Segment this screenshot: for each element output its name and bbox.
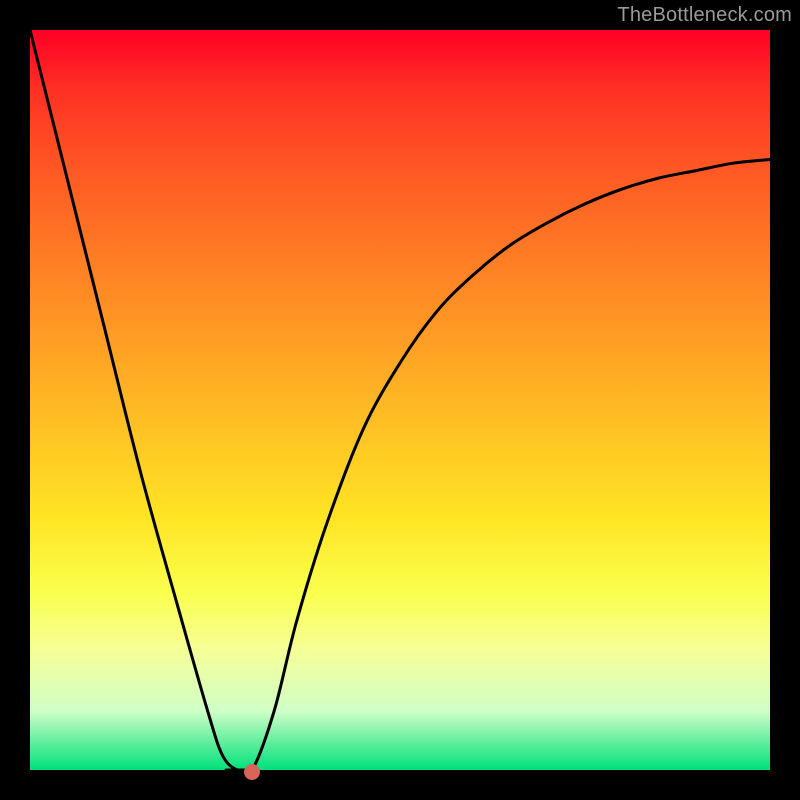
chart-container: TheBottleneck.com [0,0,800,800]
bottleneck-curve [30,30,770,770]
watermark-label: TheBottleneck.com [617,4,792,27]
curve-path [30,30,770,770]
min-point-marker [244,764,260,780]
plot-area [30,30,770,770]
